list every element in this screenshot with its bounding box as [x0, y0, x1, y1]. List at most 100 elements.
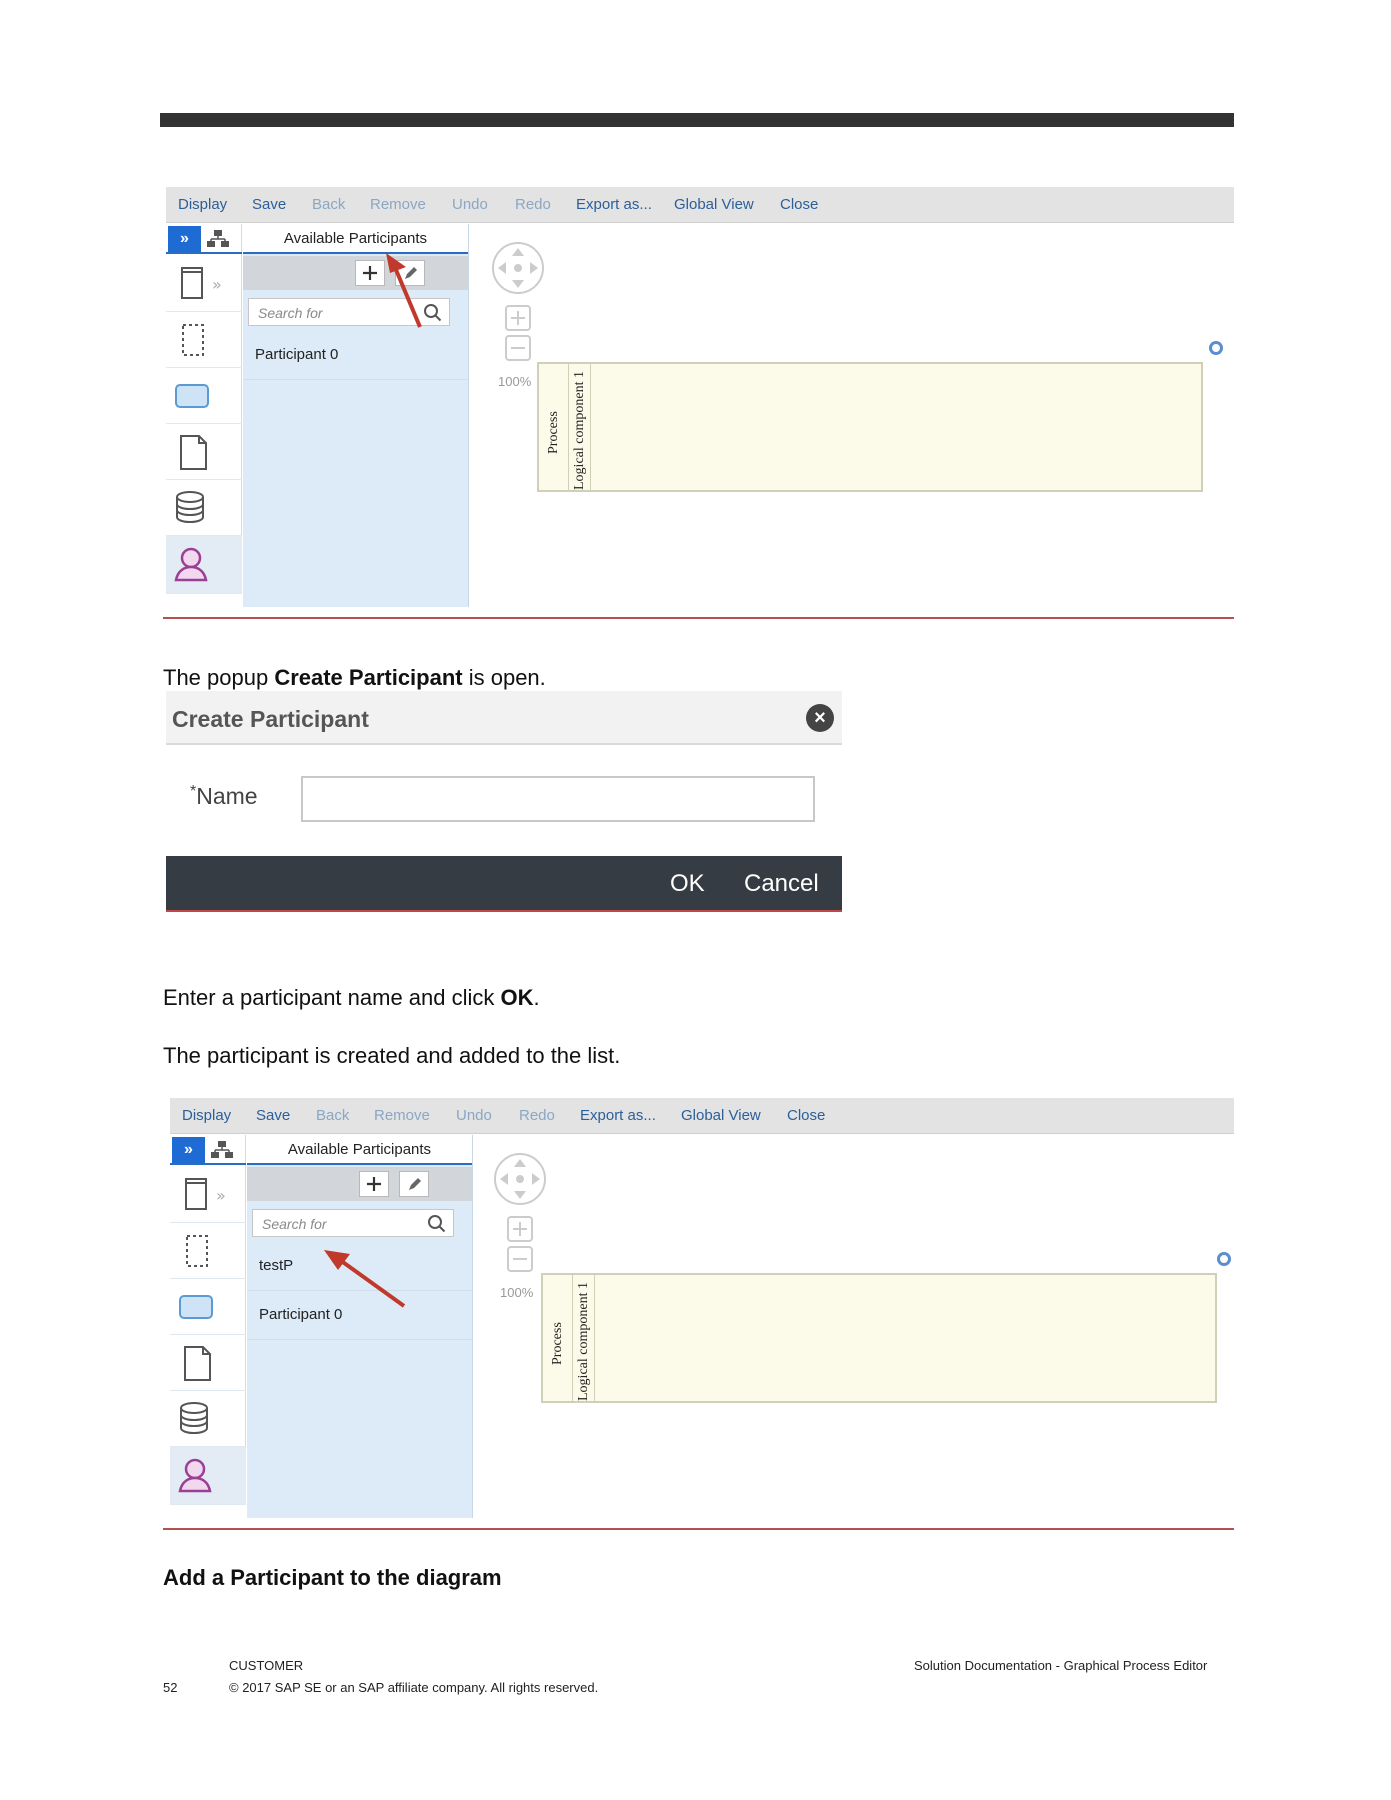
hierarchy-icon[interactable] — [210, 1140, 234, 1160]
settings-icon[interactable] — [1217, 1252, 1231, 1266]
shape-palette: » » — [170, 1135, 246, 1505]
header-bar — [160, 113, 1234, 127]
database-icon — [180, 1402, 208, 1435]
export-button[interactable]: Export as... — [580, 1107, 656, 1124]
palette-item-group[interactable] — [166, 312, 242, 368]
pan-control-icon[interactable] — [490, 240, 546, 296]
search-placeholder: Search for — [258, 305, 323, 321]
lane-label: Logical component 1 — [573, 1275, 595, 1401]
participant-name: testP — [259, 1257, 294, 1274]
palette-item-datastore[interactable] — [166, 480, 242, 536]
close-button[interactable]: Close — [780, 196, 818, 213]
back-button[interactable]: Back — [312, 196, 345, 213]
shape-palette: » » — [166, 224, 242, 594]
create-participant-dialog: Create Participant × *Name OK Cancel — [166, 691, 842, 912]
editor-screenshot-2: Display Save Back Remove Undo Redo Expor… — [170, 1098, 1234, 1518]
divider — [163, 1528, 1234, 1530]
palette-item-pool[interactable]: » — [166, 256, 242, 312]
edit-participant-button[interactable] — [399, 1171, 429, 1197]
pool-label: Process — [539, 364, 569, 490]
lane-title: Logical component 1 — [572, 371, 587, 490]
close-button[interactable]: Close — [787, 1107, 825, 1124]
palette-item-document[interactable] — [170, 1335, 246, 1391]
task-icon — [179, 1295, 213, 1319]
zoom-in-icon[interactable] — [504, 304, 532, 332]
zoom-out-icon[interactable] — [504, 334, 532, 362]
search-input[interactable]: Search for — [252, 1209, 454, 1237]
task-icon — [175, 384, 209, 408]
participant-icon — [178, 1458, 212, 1493]
pool-shape[interactable]: Process Logical component 1 — [541, 1273, 1217, 1403]
undo-button[interactable]: Undo — [452, 196, 488, 213]
remove-button[interactable]: Remove — [374, 1107, 430, 1124]
lane-label: Logical component 1 — [569, 364, 591, 490]
display-button[interactable]: Display — [178, 196, 227, 213]
palette-header: » — [166, 224, 242, 254]
zoom-level: 100% — [500, 1285, 534, 1300]
palette-header: » — [170, 1135, 246, 1165]
toolbar: Display Save Back Remove Undo Redo Expor… — [166, 187, 1234, 223]
palette-item-document[interactable] — [166, 424, 242, 480]
save-button[interactable]: Save — [252, 196, 286, 213]
participant-name: Participant 0 — [255, 346, 339, 363]
search-icon[interactable] — [427, 1214, 447, 1234]
back-button[interactable]: Back — [316, 1107, 349, 1124]
palette-item-task[interactable] — [170, 1279, 246, 1335]
cancel-button[interactable]: Cancel — [744, 870, 819, 898]
section-heading: Add a Participant to the diagram — [163, 1565, 502, 1590]
document-icon — [184, 1346, 211, 1381]
palette-item-datastore[interactable] — [170, 1391, 246, 1447]
zoom-in-icon[interactable] — [506, 1215, 534, 1243]
ok-button[interactable]: OK — [670, 870, 705, 898]
redo-button[interactable]: Redo — [515, 196, 551, 213]
panel-title: Available Participants — [247, 1135, 472, 1165]
global-view-button[interactable]: Global View — [681, 1107, 761, 1124]
palette-item-participant[interactable] — [166, 536, 242, 594]
zoom-out-icon[interactable] — [506, 1245, 534, 1273]
expand-icon[interactable]: » — [172, 1137, 205, 1163]
pan-control-icon[interactable] — [492, 1151, 548, 1207]
palette-item-task[interactable] — [166, 368, 242, 424]
popup-sentence: The popup Create Participant is open. — [163, 665, 546, 690]
callout-arrow-icon — [324, 1250, 406, 1308]
add-participant-button[interactable] — [359, 1171, 389, 1197]
remove-button[interactable]: Remove — [370, 196, 426, 213]
close-icon[interactable]: × — [806, 704, 834, 732]
global-view-button[interactable]: Global View — [674, 196, 754, 213]
redo-button[interactable]: Redo — [519, 1107, 555, 1124]
pool-shape[interactable]: Process Logical component 1 — [537, 362, 1203, 492]
pool-icon: » — [181, 267, 222, 299]
dialog-title: Create Participant — [172, 706, 369, 732]
expand-icon[interactable]: » — [168, 226, 201, 252]
divider — [163, 617, 1234, 619]
name-field[interactable] — [301, 776, 815, 822]
database-icon — [176, 491, 204, 524]
callout-arrow-icon — [386, 253, 422, 328]
settings-icon[interactable] — [1209, 341, 1223, 355]
editor-screenshot-1: Display Save Back Remove Undo Redo Expor… — [166, 187, 1234, 607]
export-button[interactable]: Export as... — [576, 196, 652, 213]
svg-text:»: » — [212, 275, 222, 294]
zoom-level: 100% — [498, 374, 532, 389]
dialog-header: Create Participant × — [166, 691, 842, 745]
palette-item-pool[interactable]: » — [170, 1167, 246, 1223]
instruction-sentence: Enter a participant name and click OK. — [163, 985, 540, 1010]
result-sentence: The participant is created and added to … — [163, 1043, 621, 1068]
display-button[interactable]: Display — [182, 1107, 231, 1124]
pool-icon: » — [185, 1178, 226, 1210]
footer-classification: CUSTOMER — [229, 1658, 304, 1673]
search-placeholder: Search for — [262, 1216, 327, 1232]
panel-tools — [247, 1167, 472, 1201]
undo-button[interactable]: Undo — [456, 1107, 492, 1124]
palette-item-group[interactable] — [170, 1223, 246, 1279]
group-icon — [186, 1235, 208, 1267]
dialog-footer: OK Cancel — [166, 856, 842, 912]
group-icon — [182, 324, 204, 356]
palette-item-participant[interactable] — [170, 1447, 246, 1505]
save-button[interactable]: Save — [256, 1107, 290, 1124]
plus-icon — [367, 1177, 381, 1191]
hierarchy-icon[interactable] — [206, 229, 230, 249]
diagram-canvas[interactable]: 100% Process Logical component 1 — [470, 224, 1234, 607]
footer-page-number: 52 — [163, 1680, 178, 1695]
diagram-canvas[interactable]: 100% Process Logical component 1 — [474, 1135, 1234, 1518]
